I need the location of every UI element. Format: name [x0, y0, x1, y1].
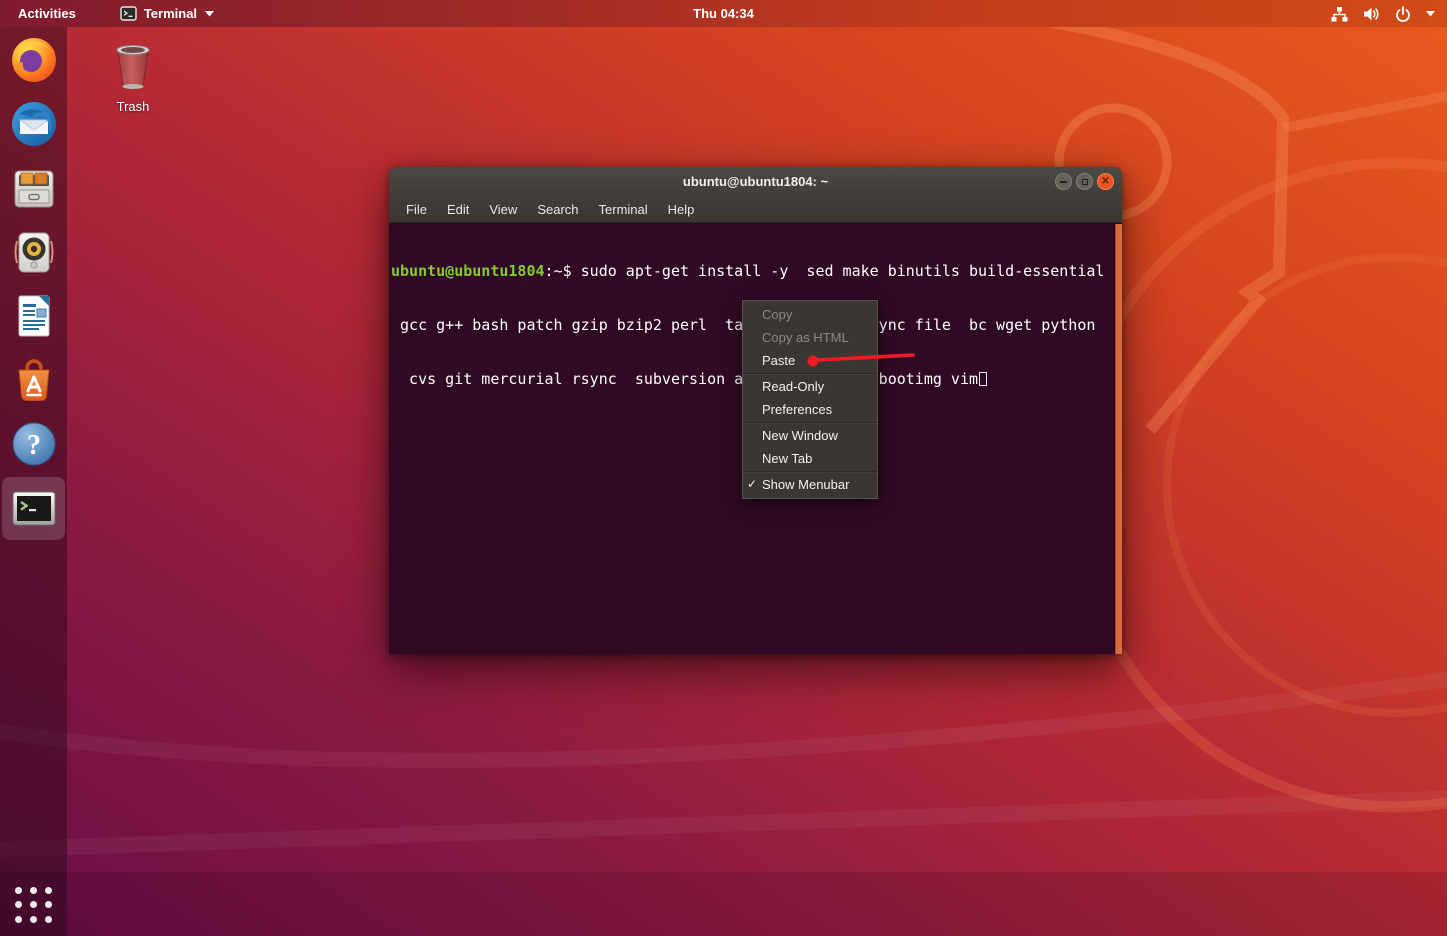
volume-icon	[1363, 6, 1380, 22]
power-icon	[1395, 6, 1411, 22]
show-applications-button[interactable]	[15, 886, 53, 924]
dock-item-thunderbird[interactable]	[10, 100, 58, 148]
thunderbird-icon	[10, 100, 58, 148]
menu-view[interactable]: View	[479, 199, 527, 220]
prompt-user-host: ubuntu@ubuntu1804	[391, 262, 545, 280]
dock: ?	[0, 27, 67, 936]
app-menu-label: Terminal	[144, 6, 197, 21]
menu-terminal[interactable]: Terminal	[589, 199, 658, 220]
terminal-menubar: File Edit View Search Terminal Help	[389, 196, 1122, 223]
context-menu-item-preferences[interactable]: Preferences	[743, 398, 877, 421]
trash-icon	[111, 42, 155, 92]
help-icon: ?	[10, 420, 58, 468]
app-menu-terminal[interactable]: Terminal	[120, 6, 214, 21]
menu-separator	[743, 373, 877, 374]
menu-separator	[743, 471, 877, 472]
menu-search[interactable]: Search	[527, 199, 588, 220]
context-menu-item-show-menubar[interactable]: ✓Show Menubar	[743, 473, 877, 496]
terminal-cursor	[979, 372, 987, 386]
terminal-icon	[10, 484, 58, 532]
checkmark-icon: ✓	[747, 473, 757, 496]
trash-label: Trash	[104, 99, 162, 114]
menu-edit[interactable]: Edit	[437, 199, 479, 220]
context-menu-item-new-window[interactable]: New Window	[743, 424, 877, 447]
maximize-button[interactable]	[1076, 173, 1093, 190]
rhythmbox-icon	[10, 228, 58, 276]
prompt-path: :~$	[545, 262, 581, 280]
terminal-scrollbar[interactable]	[1115, 224, 1122, 654]
minimize-button[interactable]	[1055, 173, 1072, 190]
firefox-icon	[10, 36, 58, 84]
maximize-icon	[1082, 179, 1088, 185]
terminal-context-menu: Copy Copy as HTML Paste Read-Only Prefer…	[742, 300, 878, 499]
close-icon: ✕	[1101, 177, 1109, 187]
window-titlebar[interactable]: ubuntu@ubuntu1804: ~	[389, 167, 1122, 196]
context-menu-item-copy: Copy	[743, 303, 877, 326]
menu-separator	[743, 422, 877, 423]
context-menu-item-paste[interactable]: Paste	[743, 349, 877, 372]
chevron-down-icon	[1426, 11, 1435, 17]
dock-item-ubuntu-software[interactable]	[10, 356, 58, 404]
context-menu-item-read-only[interactable]: Read-Only	[743, 375, 877, 398]
dock-item-terminal[interactable]	[10, 484, 58, 532]
network-wired-icon	[1331, 6, 1348, 22]
trash-desktop-icon[interactable]: Trash	[104, 42, 162, 114]
clock[interactable]: Thu 04:34	[693, 6, 754, 21]
dock-item-help[interactable]: ?	[10, 420, 58, 468]
close-button[interactable]: ✕	[1097, 173, 1114, 190]
dock-item-rhythmbox[interactable]	[10, 228, 58, 276]
ubuntu-software-icon	[10, 356, 58, 404]
terminal-mini-icon	[120, 6, 137, 21]
menu-file[interactable]: File	[396, 199, 437, 220]
top-bar: Activities Terminal Thu 04:34	[0, 0, 1447, 27]
terminal-line-1: ubuntu@ubuntu1804:~$ sudo apt-get instal…	[391, 262, 1122, 280]
context-menu-item-copy-as-html: Copy as HTML	[743, 326, 877, 349]
minimize-icon	[1060, 181, 1067, 183]
activities-button[interactable]: Activities	[14, 6, 80, 21]
system-status-area[interactable]	[1331, 6, 1435, 22]
menu-help[interactable]: Help	[658, 199, 705, 220]
svg-text:?: ?	[27, 430, 41, 461]
terminal-header: ubuntu@ubuntu1804: ~ ✕ File Edit View Se…	[389, 167, 1122, 223]
libreoffice-writer-icon	[10, 292, 58, 340]
files-icon	[10, 164, 58, 212]
context-menu-item-new-tab[interactable]: New Tab	[743, 447, 877, 470]
command-text: sudo apt-get install -y sed make binutil…	[581, 262, 1105, 280]
chevron-down-icon	[205, 11, 214, 17]
dock-item-firefox[interactable]	[10, 36, 58, 84]
window-controls: ✕	[1055, 173, 1114, 190]
dock-item-files[interactable]	[10, 164, 58, 212]
dock-item-libreoffice-writer[interactable]	[10, 292, 58, 340]
